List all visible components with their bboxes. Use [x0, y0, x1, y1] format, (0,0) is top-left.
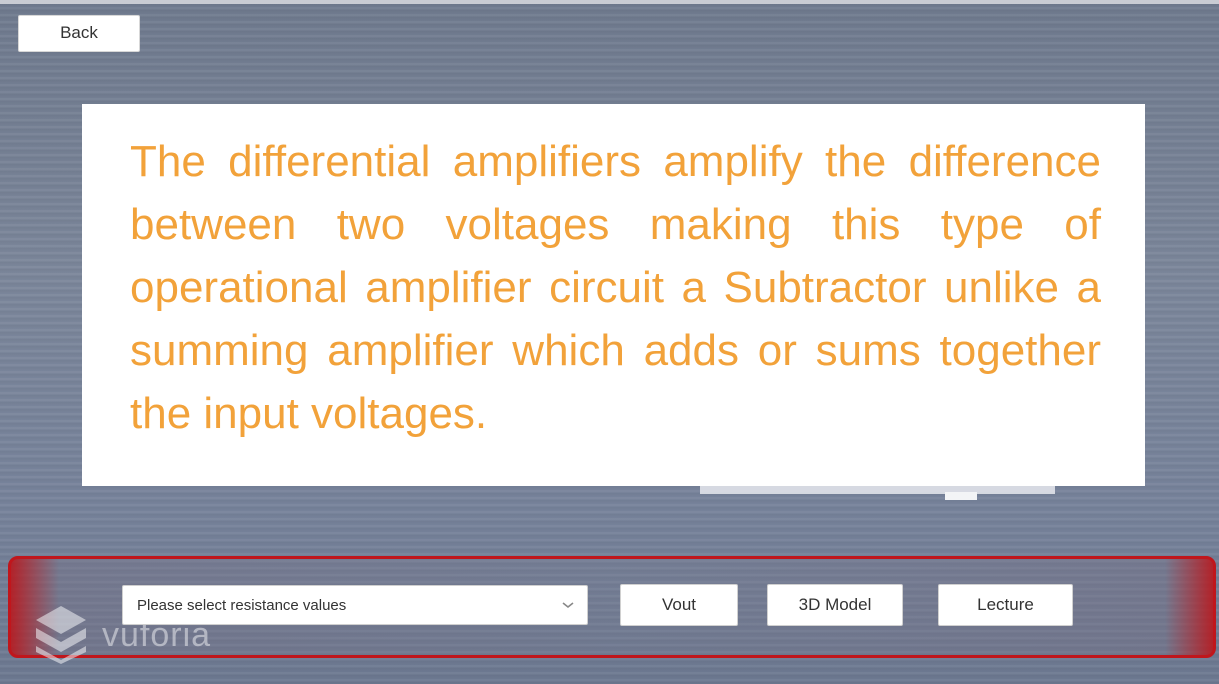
back-button[interactable]: Back: [18, 15, 140, 52]
info-text-panel: The differential amplifiers amplify the …: [82, 104, 1145, 486]
vuforia-logo-icon: [36, 606, 86, 664]
resistance-select[interactable]: Please select resistance values: [122, 585, 588, 625]
resistance-select-value: Please select resistance values: [137, 596, 347, 614]
description-text: The differential amplifiers amplify the …: [130, 137, 1101, 438]
panel-edge-strip: [700, 486, 1055, 494]
vout-button[interactable]: Vout: [620, 584, 738, 626]
chevron-down-icon: [562, 602, 574, 609]
lecture-button[interactable]: Lecture: [938, 584, 1073, 626]
3d-model-button[interactable]: 3D Model: [767, 584, 903, 626]
top-frame-edge: [0, 0, 1219, 4]
panel-edge-strip-small: [945, 492, 977, 500]
